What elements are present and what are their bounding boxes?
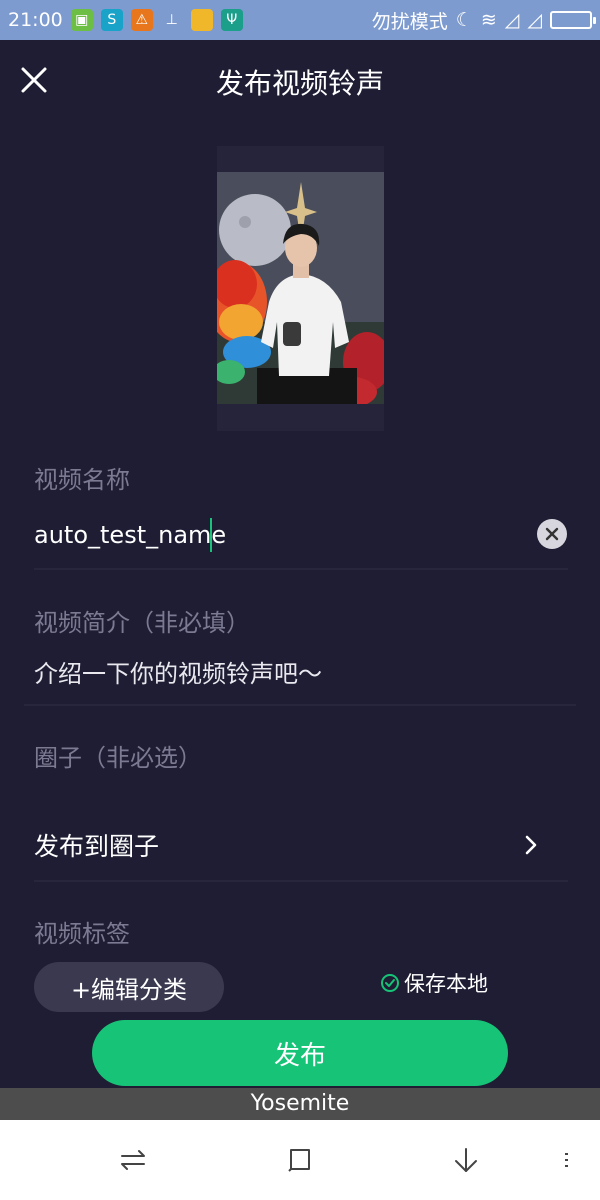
menu-dots-icon bbox=[565, 1153, 568, 1167]
status-bar: 21:00 ▣ S ⚠ ⊥ Ψ 勿扰模式 ☾ ≋ ◿ ◿ bbox=[0, 0, 600, 40]
folder-icon bbox=[190, 9, 213, 31]
moon-icon: ☾ bbox=[455, 9, 473, 31]
status-time: 21:00 bbox=[8, 9, 63, 31]
clear-icon bbox=[545, 527, 559, 541]
sim-signal-2-icon: ◿ bbox=[527, 9, 542, 31]
save-local-label: 保存本地 bbox=[404, 972, 488, 996]
video-cover[interactable] bbox=[217, 146, 384, 431]
menu-button[interactable] bbox=[548, 1142, 584, 1178]
divider bbox=[34, 880, 568, 882]
chevron-right-icon bbox=[525, 835, 537, 855]
arrow-down-icon bbox=[455, 1148, 477, 1172]
clear-input-button[interactable] bbox=[537, 519, 567, 549]
circle-label: 圈子（非必选） bbox=[34, 744, 202, 772]
system-nav-bar bbox=[0, 1120, 600, 1200]
cleaner-icon: ⊥ bbox=[165, 12, 178, 28]
video-intro-label: 视频简介（非必填） bbox=[34, 609, 250, 637]
check-circle-icon bbox=[381, 974, 399, 992]
home-button[interactable] bbox=[282, 1142, 318, 1178]
sim-signal-icon: ◿ bbox=[504, 9, 520, 31]
back-button[interactable] bbox=[448, 1142, 484, 1178]
switch-arrows-icon bbox=[121, 1150, 145, 1170]
publish-button[interactable]: 发布 bbox=[92, 1020, 508, 1086]
edit-category-button[interactable]: +编辑分类 bbox=[34, 962, 224, 1012]
dnd-label: 勿扰模式 bbox=[371, 10, 448, 33]
header: 发布视频铃声 bbox=[0, 40, 600, 124]
switch-button[interactable] bbox=[115, 1142, 151, 1178]
square-icon bbox=[288, 1149, 310, 1172]
usb-icon: Ψ bbox=[220, 9, 243, 31]
divider bbox=[24, 704, 576, 706]
text-cursor bbox=[210, 518, 212, 552]
page-title: 发布视频铃声 bbox=[215, 67, 384, 100]
publish-to-circle-row[interactable]: 发布到圈子 bbox=[34, 815, 568, 875]
android-update-icon: ▣ bbox=[70, 9, 93, 31]
publish-to-circle-label: 发布到圈子 bbox=[34, 832, 160, 861]
divider bbox=[34, 568, 568, 570]
video-name-label: 视频名称 bbox=[34, 466, 130, 494]
wifi-icon: ≋ bbox=[480, 9, 497, 31]
battery-icon bbox=[550, 11, 596, 29]
warning-icon: ⚠ bbox=[130, 9, 153, 31]
video-intro-input[interactable]: 介绍一下你的视频铃声吧～ bbox=[34, 654, 322, 689]
save-local-checkbox[interactable]: 保存本地 bbox=[380, 968, 488, 998]
overlay-label: Yosemite bbox=[0, 1088, 600, 1120]
video-tags-label: 视频标签 bbox=[34, 920, 130, 948]
video-name-input[interactable] bbox=[34, 513, 514, 557]
cover-image bbox=[217, 172, 384, 404]
sync-app-icon: S bbox=[100, 9, 123, 31]
